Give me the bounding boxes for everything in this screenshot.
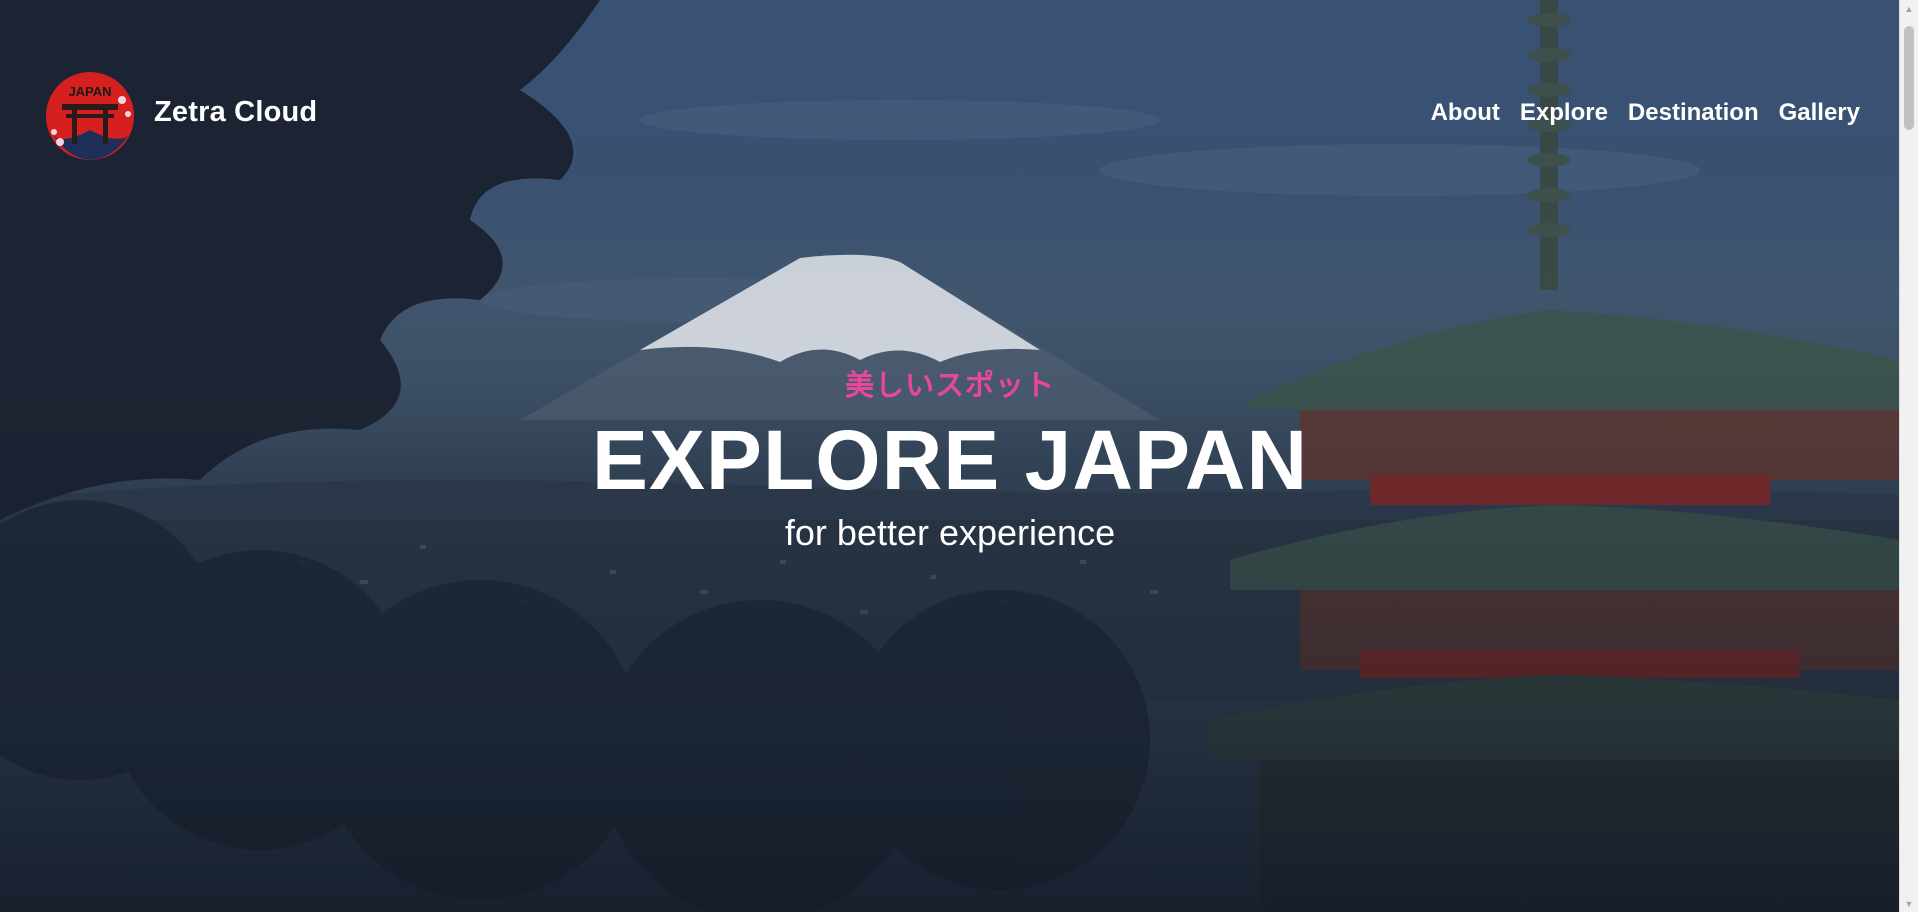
main-nav: About Explore Destination Gallery: [1411, 99, 1860, 127]
hero-kicker: 美しいスポット: [844, 370, 1055, 402]
nav-link-gallery[interactable]: Gallery: [1779, 99, 1860, 127]
hero-section: 美しいスポット EXPLORE JAPAN for better experie…: [0, 362, 1900, 554]
scrollbar-thumb[interactable]: [1904, 26, 1914, 130]
brand-name[interactable]: Zetra Cloud: [154, 96, 317, 129]
site-header: JAPAN Zetra Cloud About Explore Destinat…: [0, 0, 1900, 230]
hero-subtitle: for better experience: [784, 512, 1116, 553]
page-scrollbar[interactable]: ▲ ▼: [1899, 0, 1918, 912]
nav-link-about[interactable]: About: [1431, 99, 1500, 127]
chevron-down-icon[interactable]: ▼: [1900, 895, 1918, 912]
svg-text:JAPAN: JAPAN: [68, 84, 111, 99]
nav-link-explore[interactable]: Explore: [1520, 99, 1608, 127]
hero-title: EXPLORE JAPAN: [591, 413, 1309, 507]
page: JAPAN Zetra Cloud About Explore Destinat…: [0, 0, 1900, 912]
torii-gate-logo-icon[interactable]: JAPAN: [44, 70, 136, 162]
chevron-up-icon[interactable]: ▲: [1900, 0, 1918, 17]
nav-link-destination[interactable]: Destination: [1628, 99, 1759, 127]
